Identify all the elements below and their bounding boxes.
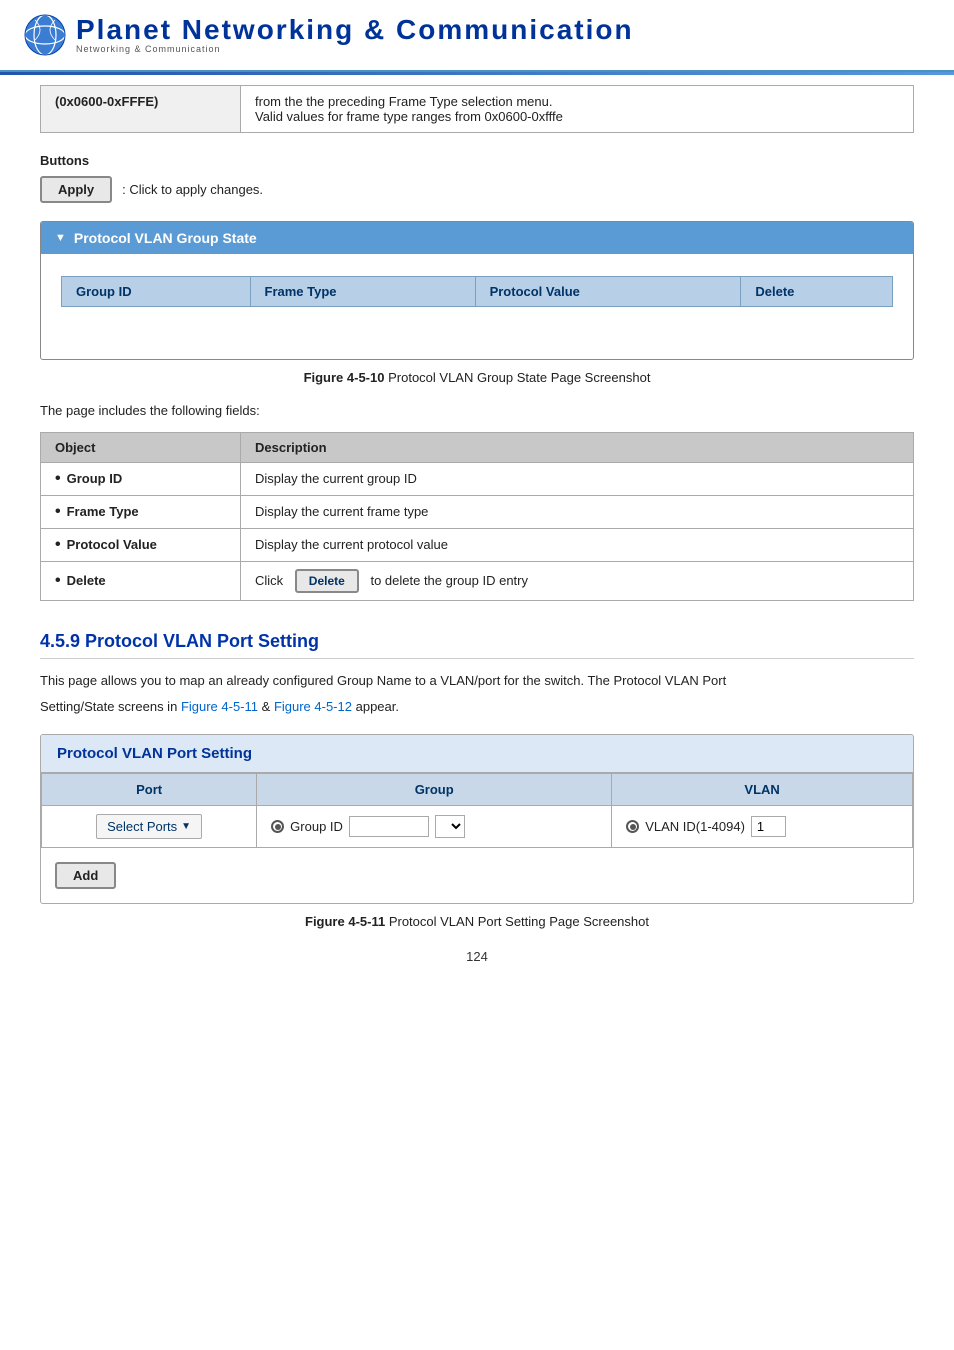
info-table: (0x0600-0xFFFE) from the the preceding F…: [40, 85, 914, 133]
group-col-header: Group: [257, 774, 612, 806]
obj-protocol-value: Protocol Value: [41, 528, 241, 561]
collapse-arrow-icon[interactable]: ▼: [55, 232, 66, 244]
desc-group-id: Display the current group ID: [241, 462, 914, 495]
add-button-row: Add: [41, 848, 913, 903]
vlan-id-input[interactable]: [751, 816, 786, 837]
figure-411-link[interactable]: Figure 4-5-11: [181, 699, 258, 714]
section-intro-line1: This page allows you to map an already c…: [40, 671, 914, 692]
apply-button[interactable]: Apply: [40, 176, 112, 203]
select-ports-button[interactable]: Select Ports ▼: [96, 814, 202, 839]
vlan-id-row: VLAN ID(1-4094): [626, 816, 898, 837]
dropdown-arrow-icon: ▼: [181, 821, 191, 832]
table-row: Delete Click Delete to delete the group …: [41, 561, 914, 600]
description-table: Object Description Group ID Display the …: [40, 432, 914, 601]
vlan-group-state-header: ▼ Protocol VLAN Group State: [41, 222, 913, 254]
between-text: &: [262, 699, 274, 714]
col-group-id: Group ID: [62, 277, 251, 307]
port-setting-title: Protocol VLAN Port Setting: [41, 735, 913, 773]
figure-410-text: Protocol VLAN Group State Page Screensho…: [388, 370, 650, 385]
figure-411-label: Figure 4-5-11: [305, 914, 385, 929]
vlan-col-header: VLAN: [612, 774, 913, 806]
buttons-section: Buttons Apply : Click to apply changes.: [40, 153, 914, 203]
globe-icon: [20, 10, 70, 60]
vlan-table-header-row: Group ID Frame Type Protocol Value Delet…: [62, 277, 893, 307]
desc-line1: from the the preceding Frame Type select…: [255, 94, 899, 109]
delete-button[interactable]: Delete: [295, 569, 359, 593]
delete-suffix: to delete the group ID entry: [370, 573, 528, 588]
table-row: Select Ports ▼ Group ID: [42, 806, 913, 848]
table-row: Protocol Value Display the current proto…: [41, 528, 914, 561]
vlan-group-table: Group ID Frame Type Protocol Value Delet…: [61, 276, 893, 337]
col-frame-type: Frame Type: [250, 277, 475, 307]
vlan-id-radio[interactable]: [626, 820, 639, 833]
main-content: (0x0600-0xFFFE) from the the preceding F…: [0, 75, 954, 994]
vlan-group-state-title: Protocol VLAN Group State: [74, 230, 257, 246]
fields-intro-text: The page includes the following fields:: [40, 403, 914, 418]
section-459-heading: 4.5.9 Protocol VLAN Port Setting: [40, 631, 914, 659]
col-description: from the the preceding Frame Type select…: [241, 86, 914, 133]
add-button[interactable]: Add: [55, 862, 116, 889]
port-col-header: Port: [42, 774, 257, 806]
group-id-radio[interactable]: [271, 820, 284, 833]
port-cell: Select Ports ▼: [42, 806, 257, 848]
desc-header-description: Description: [241, 432, 914, 462]
col-hex-range: (0x0600-0xFFFE): [41, 86, 241, 133]
figure-411-caption: Figure 4-5-11 Protocol VLAN Port Setting…: [40, 914, 914, 929]
apply-row: Apply : Click to apply changes.: [40, 176, 914, 203]
intro-text-3: appear.: [356, 699, 399, 714]
figure-411-desc: Protocol VLAN Port Setting Page Screensh…: [389, 914, 649, 929]
table-row: Frame Type Display the current frame typ…: [41, 495, 914, 528]
apply-description: : Click to apply changes.: [122, 182, 263, 197]
table-row: Group ID Display the current group ID: [41, 462, 914, 495]
section-intro-line2: Setting/State screens in Figure 4-5-11 &…: [40, 697, 914, 718]
click-label: Click: [255, 573, 283, 588]
vlan-cell: VLAN ID(1-4094): [612, 806, 913, 848]
desc-line2: Valid values for frame type ranges from …: [255, 109, 899, 124]
intro-text-2: Setting/State screens in: [40, 699, 177, 714]
group-id-row: Group ID: [271, 815, 597, 838]
select-ports-label: Select Ports: [107, 819, 177, 834]
port-setting-table: Port Group VLAN Select Ports ▼: [41, 773, 913, 848]
vlan-table-container: Group ID Frame Type Protocol Value Delet…: [41, 254, 913, 359]
intro-text-1: This page allows you to map an already c…: [40, 673, 726, 688]
group-id-radio-label: Group ID: [290, 819, 343, 834]
group-id-input[interactable]: [349, 816, 429, 837]
logo-text: Planet Networking & Communication Networ…: [76, 16, 634, 54]
desc-header-object: Object: [41, 432, 241, 462]
desc-table-header-row: Object Description: [41, 432, 914, 462]
page-number: 124: [40, 949, 914, 964]
figure-410-label: Figure 4-5-10: [304, 370, 385, 385]
obj-delete: Delete: [41, 561, 241, 600]
col-protocol-value: Protocol Value: [475, 277, 741, 307]
desc-frame-type: Display the current frame type: [241, 495, 914, 528]
desc-delete: Click Delete to delete the group ID entr…: [241, 561, 914, 600]
desc-protocol-value: Display the current protocol value: [241, 528, 914, 561]
logo: Planet Networking & Communication Networ…: [20, 10, 634, 60]
group-id-select[interactable]: [435, 815, 465, 838]
brand-name: Planet Networking & Communication: [76, 16, 634, 44]
table-row: (0x0600-0xFFFE) from the the preceding F…: [41, 86, 914, 133]
obj-frame-type: Frame Type: [41, 495, 241, 528]
brand-tagline: Networking & Communication: [76, 44, 634, 54]
figure-412-link[interactable]: Figure 4-5-12: [274, 699, 352, 714]
page-header: Planet Networking & Communication Networ…: [0, 0, 954, 72]
port-setting-box: Protocol VLAN Port Setting Port Group VL…: [40, 734, 914, 904]
obj-group-id: Group ID: [41, 462, 241, 495]
vlan-table-empty-row: [62, 307, 893, 337]
port-table-header-row: Port Group VLAN: [42, 774, 913, 806]
col-delete: Delete: [741, 277, 893, 307]
buttons-label: Buttons: [40, 153, 914, 168]
vlan-id-label: VLAN ID(1-4094): [645, 819, 745, 834]
figure-410-caption: Figure 4-5-10 Protocol VLAN Group State …: [40, 370, 914, 385]
group-cell: Group ID: [257, 806, 612, 848]
vlan-group-state-box: ▼ Protocol VLAN Group State Group ID Fra…: [40, 221, 914, 360]
